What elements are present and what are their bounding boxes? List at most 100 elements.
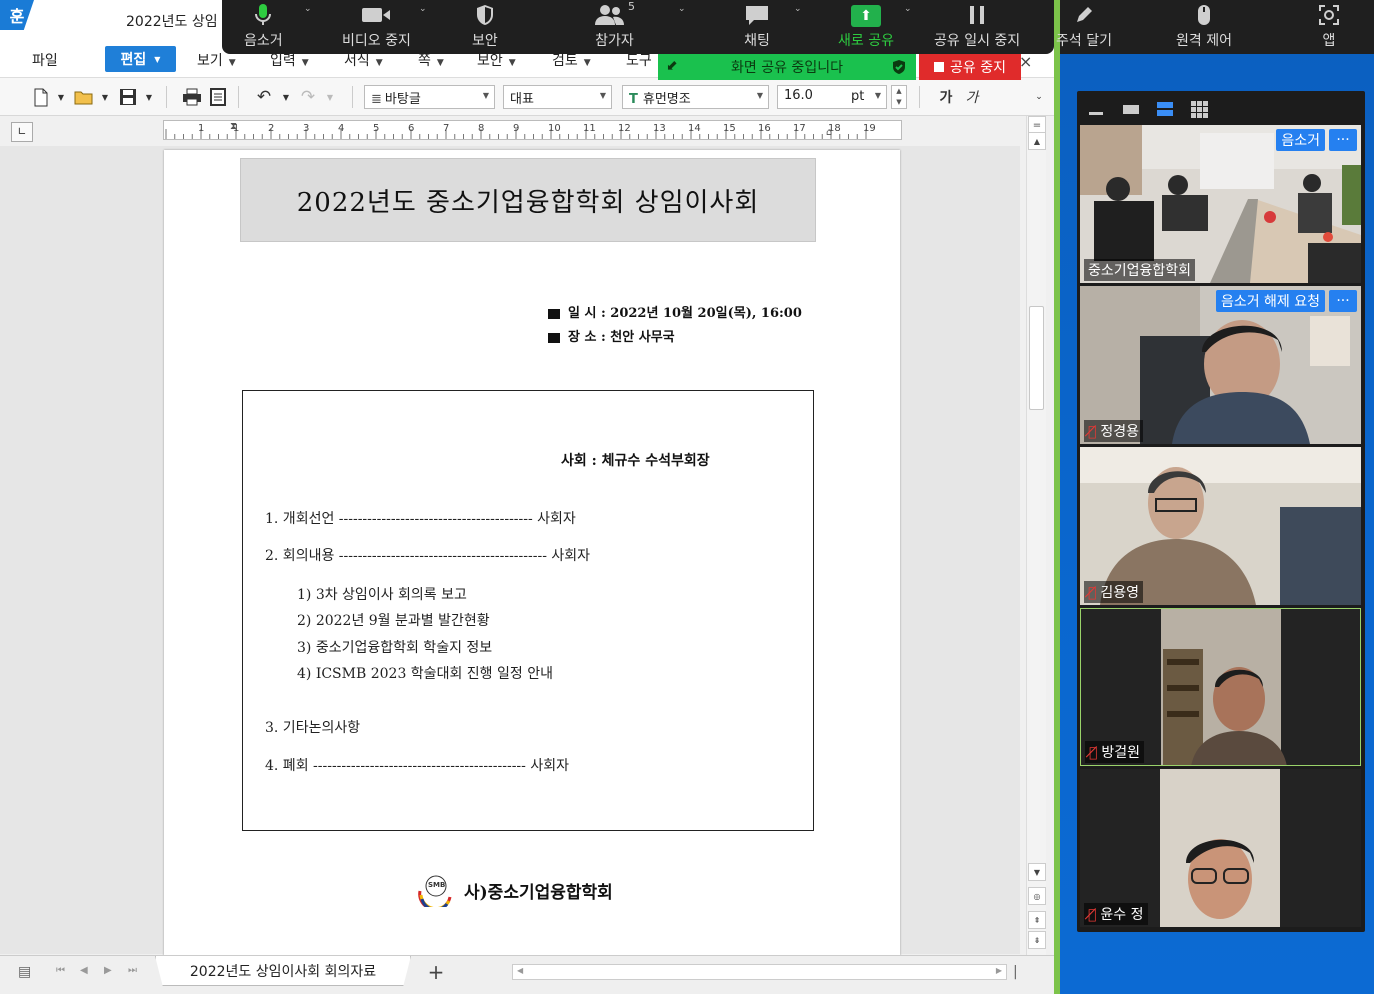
- scroll-down-icon[interactable]: ▼: [1028, 863, 1046, 881]
- muted-microphone-icon: 🎙̸: [1088, 907, 1097, 923]
- hancom-logo-icon[interactable]: 훈: [0, 0, 34, 30]
- split-handle-icon[interactable]: |: [1013, 964, 1018, 980]
- chevron-up-icon[interactable]: ⌄: [794, 4, 802, 14]
- last-tab-icon[interactable]: ⏭: [128, 965, 137, 976]
- participant-name: 김용영: [1100, 585, 1140, 601]
- new-share-button[interactable]: ⬆ 새로 공유: [838, 0, 894, 54]
- right-margin-marker-icon[interactable]: ⌂: [826, 127, 832, 138]
- preview-icon[interactable]: [208, 87, 228, 107]
- chevron-up-icon[interactable]: ⌄: [419, 4, 427, 14]
- apps-button[interactable]: 앱: [1318, 0, 1340, 54]
- participant-name-tag: 🎙̸ 윤수 정: [1084, 903, 1148, 925]
- hide-video-icon[interactable]: [1123, 101, 1139, 120]
- scroll-thumb[interactable]: [1029, 306, 1044, 410]
- chat-button[interactable]: 채팅: [744, 0, 770, 54]
- bold-button[interactable]: 가: [936, 87, 956, 107]
- stop-share-button[interactable]: 공유 중지: [919, 54, 1021, 80]
- ruler-label: 5: [373, 123, 379, 134]
- annotate-button[interactable]: 주석 달기: [1056, 0, 1112, 54]
- note-icon[interactable]: ▤: [18, 964, 31, 980]
- scroll-right-icon[interactable]: ▶: [996, 966, 1002, 975]
- date-text: 일 시 : 2022년 10월 20일(목), 16:00: [568, 306, 802, 321]
- date-line: 일 시 : 2022년 10월 20일(목), 16:00: [548, 302, 802, 321]
- scroll-up-icon[interactable]: ▲: [1028, 132, 1046, 150]
- ruler-label: 16: [758, 123, 771, 134]
- menu-edit[interactable]: 편집 ▼: [105, 46, 176, 72]
- speaker-view-icon[interactable]: [1157, 101, 1173, 121]
- font-select[interactable]: T 휴먼명조 ▼: [622, 85, 769, 109]
- previous-page-icon[interactable]: ⇞: [1028, 911, 1046, 929]
- chevron-down-icon[interactable]: ▼: [51, 87, 71, 107]
- chevron-up-icon[interactable]: ⌄: [304, 4, 312, 14]
- pencil-icon: [1074, 0, 1094, 30]
- chevron-down-icon: ▼: [599, 91, 606, 100]
- horizontal-scrollbar[interactable]: ◀ ▶: [512, 964, 1007, 980]
- mute-participant-button[interactable]: 음소거: [1276, 129, 1325, 151]
- previous-tab-icon[interactable]: ◀: [80, 965, 88, 976]
- print-icon[interactable]: [182, 87, 202, 107]
- new-document-icon[interactable]: [31, 87, 51, 107]
- menu-review-label: 검토: [552, 53, 578, 69]
- chevron-down-icon: ▼: [756, 91, 763, 100]
- stop-video-button[interactable]: 비디오 중지: [342, 0, 411, 54]
- menu-file[interactable]: 파일: [32, 50, 58, 70]
- gallery-view-icon[interactable]: [1191, 101, 1209, 123]
- microphone-icon: [255, 0, 272, 30]
- remote-control-button[interactable]: 원격 제어: [1176, 0, 1232, 54]
- font-size-input[interactable]: 16.0 pt ▼: [777, 85, 887, 109]
- video-tile-active-speaker[interactable]: 🎙̸ 방걸원: [1080, 608, 1361, 766]
- add-tab-button[interactable]: +: [418, 959, 454, 985]
- document-tab[interactable]: 2022년도 상임이사회 회의자료: [155, 956, 411, 986]
- italic-button[interactable]: 가: [962, 87, 982, 107]
- sharing-status-banner[interactable]: ⬋ 화면 공유 중입니다: [658, 54, 916, 80]
- drag-handle-icon[interactable]: ⬋: [666, 58, 678, 74]
- indent-marker-icon[interactable]: ⧗: [230, 121, 237, 132]
- open-folder-icon[interactable]: [74, 87, 94, 107]
- page-select-icon[interactable]: ◎: [1028, 887, 1046, 905]
- toolbar-overflow-icon[interactable]: ⌄: [1029, 87, 1049, 107]
- video-tile[interactable]: 음소거 ··· 중소기업융합학회: [1080, 125, 1361, 283]
- first-tab-icon[interactable]: ⏮: [56, 965, 65, 976]
- chevron-up-icon[interactable]: ⌄: [904, 4, 912, 14]
- more-options-button[interactable]: ···: [1329, 290, 1357, 312]
- redo-icon[interactable]: ↷: [298, 87, 318, 107]
- language-select[interactable]: 대표 ▼: [503, 85, 612, 109]
- video-camera-icon: [361, 0, 391, 30]
- ruler-label: 9: [513, 123, 519, 134]
- save-icon[interactable]: [118, 87, 138, 107]
- video-tile[interactable]: 음소거 해제 요청 ··· 🎙̸ 정경용: [1080, 286, 1361, 444]
- vertical-scrollbar[interactable]: = ▲ ▼ ◎ ⇞ ⇟: [1026, 116, 1046, 956]
- participants-button[interactable]: 5 참가자: [594, 0, 635, 54]
- truetype-font-icon: T: [629, 92, 638, 107]
- ask-to-unmute-button[interactable]: 음소거 해제 요청: [1215, 290, 1325, 312]
- pause-share-button[interactable]: 공유 일시 중지: [934, 0, 1020, 54]
- next-tab-icon[interactable]: ▶: [104, 965, 112, 976]
- ruler-label: 1: [198, 123, 204, 134]
- next-page-icon[interactable]: ⇟: [1028, 931, 1046, 949]
- close-icon[interactable]: ×: [1019, 52, 1032, 71]
- chevron-down-icon[interactable]: ▼: [320, 87, 340, 107]
- chevron-down-icon[interactable]: ▼: [139, 87, 159, 107]
- scroll-left-icon[interactable]: ◀: [517, 966, 523, 975]
- muted-microphone-icon: 🎙̸: [1088, 585, 1097, 601]
- video-tile[interactable]: 🎙̸ 김용영: [1080, 447, 1361, 605]
- minimize-icon[interactable]: [1089, 101, 1103, 120]
- security-button[interactable]: 보안: [472, 0, 498, 54]
- tab-stop-corner-icon[interactable]: ∟: [11, 122, 33, 142]
- chevron-down-icon[interactable]: ▼: [276, 87, 296, 107]
- security-label: 보안: [472, 33, 498, 49]
- undo-icon[interactable]: ↶: [254, 87, 274, 107]
- chevron-up-icon[interactable]: ⌄: [678, 4, 686, 14]
- mute-button[interactable]: 음소거: [244, 0, 283, 54]
- chevron-down-icon[interactable]: ▼: [95, 87, 115, 107]
- document-page[interactable]: 2022년도 중소기업융합학회 상임이사회 일 시 : 2022년 10월 20…: [164, 150, 900, 958]
- toolbar-divider: [238, 86, 239, 108]
- ruler-label: 15: [723, 123, 736, 134]
- horizontal-ruler[interactable]: 1 1 2 3 4 5 6 7 8 9 10 11 12 13 14 15 16 17 18 19 ⧗ ⌂: [163, 120, 902, 140]
- more-options-button[interactable]: ···: [1329, 129, 1357, 151]
- video-tile[interactable]: 🎙̸ 윤수 정: [1080, 769, 1361, 927]
- font-size-stepper[interactable]: ▲ ▼: [891, 85, 907, 109]
- muted-microphone-icon: 🎙̸: [1089, 745, 1098, 761]
- ruler-area: ∟ 1 1 2 3 4 5 6 7 8 9 10 11 12 13 14 15 16 17 18 19 ⧗ ⌂: [0, 116, 1054, 146]
- style-select[interactable]: ≣ 바탕글 ▼: [364, 85, 495, 109]
